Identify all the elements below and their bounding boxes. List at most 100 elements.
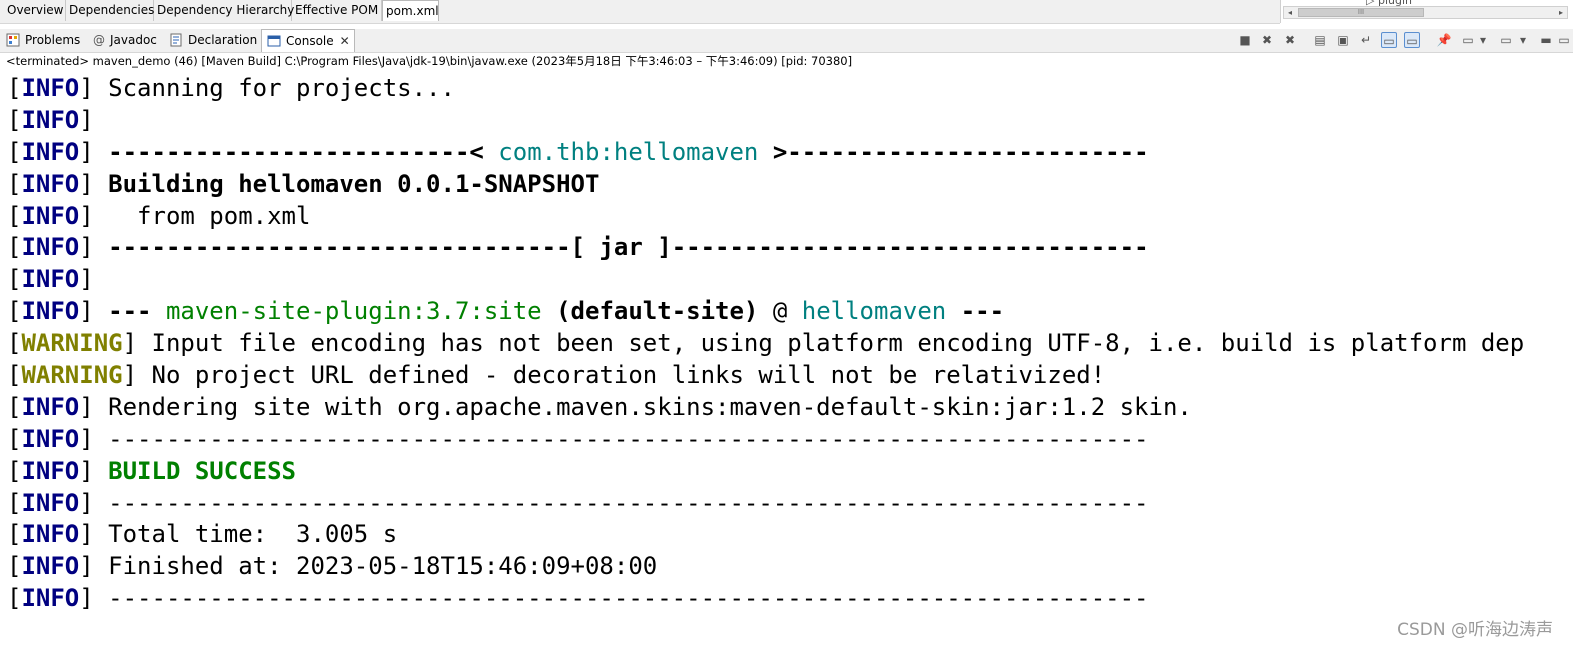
tab-overview[interactable]: Overview [4,0,66,21]
console-line: [INFO] BUILD SUCCESS [7,456,1573,488]
problems-icon [6,33,20,46]
log-message: from pom.xml [108,201,311,230]
log-bracket: ] [79,265,109,294]
close-icon[interactable]: ✕ [340,30,350,53]
console-line: [WARNING] Input file encoding has not be… [7,328,1573,360]
tab-javadoc-label: Javadoc [110,33,157,47]
pin-console-icon[interactable]: 📌 [1436,32,1452,48]
log-level-info: INFO [21,169,80,198]
show-on-stdout-icon[interactable]: ▭ [1381,32,1397,48]
log-level-info: INFO [21,105,80,134]
tab-dependencies[interactable]: Dependencies [66,0,154,21]
log-bracket: [ [7,297,22,326]
log-level-info: INFO [21,265,80,294]
declaration-icon [170,33,182,46]
separator: --- [946,297,1005,326]
log-bracket: [ [7,520,22,549]
log-bracket: ] [79,456,109,485]
log-bracket: [ [7,233,22,262]
chevron-down-icon[interactable]: ▾ [1518,32,1528,48]
console-line: [INFO] --------------------------------[… [7,232,1573,264]
log-bracket: [ [7,105,22,134]
chevron-down-icon[interactable]: ▾ [1478,32,1488,48]
log-level-warning: WARNING [21,329,123,358]
tab-console[interactable]: Console ✕ [261,29,355,52]
log-bracket: ] [79,74,109,102]
log-bracket: ] [79,392,109,421]
log-message: Total time: 3.005 s [108,520,398,549]
console-line: [INFO] Building hellomaven 0.0.1-SNAPSHO… [7,169,1573,201]
log-message: No project URL defined - decoration link… [151,361,1106,390]
console-line: [INFO] ---------------------------------… [7,488,1573,520]
minimize-icon[interactable]: ▬ [1538,32,1554,48]
artifact-id: com.thb:hellomaven [498,137,759,166]
display-console-icon[interactable]: ▭ [1460,32,1476,48]
show-on-stderr-icon[interactable]: ▭ [1404,32,1420,48]
console-line: [INFO] Total time: 3.005 s [7,519,1573,551]
javadoc-icon: @ [93,32,105,47]
log-bracket: ] [79,233,109,262]
log-level-info: INFO [21,488,80,517]
log-bracket: [ [7,584,22,613]
tab-console-label: Console [286,34,334,48]
open-console-icon[interactable]: ▭ [1498,32,1514,48]
remove-launch-icon[interactable]: ✖ [1259,32,1275,48]
log-level-info: INFO [21,424,80,453]
separator: -------------------------------- [108,233,571,262]
log-bracket: ] [79,169,109,198]
packaging-label: [ jar ] [570,233,672,262]
scroll-right-icon[interactable]: ▸ [1555,7,1567,18]
log-bracket: ] [79,584,109,613]
log-bracket: ] [122,361,152,390]
build-status: BUILD SUCCESS [108,456,296,485]
console-output[interactable]: [INFO] Scanning for projects... [INFO] [I… [7,73,1573,619]
log-bracket: ] [79,520,109,549]
log-bracket: [ [7,552,22,581]
console-line: [INFO] ---------------------------------… [7,583,1573,615]
log-message: Input file encoding has not been set, us… [151,329,1525,358]
tab-effective-pom[interactable]: Effective POM [292,0,382,21]
log-bracket: ] [79,424,109,453]
scrollbar-thumb[interactable]: III [1298,8,1424,17]
tab-declaration[interactable]: Declaration [169,29,257,52]
tab-problems-label: Problems [25,33,81,47]
separator: --------------------------------- [671,233,1149,262]
terminate-icon[interactable]: ■ [1237,32,1253,48]
log-level-info: INFO [21,552,80,581]
separator: --- [108,297,166,326]
log-bracket: ] [122,329,152,358]
horizontal-scrollbar[interactable]: ◂ III ▸ [1283,6,1568,19]
tab-problems[interactable]: Problems [6,29,80,52]
log-level-info: INFO [21,233,80,262]
scroll-lock-icon[interactable]: ▣ [1335,32,1351,48]
at-sign: @ [758,297,802,326]
console-line: [WARNING] No project URL defined - decor… [7,360,1573,392]
log-bracket: [ [7,137,22,166]
plugin-goal: maven-site-plugin:3.7:site [165,297,542,326]
log-message: Finished at: 2023-05-18T15:46:09+08:00 [108,552,658,581]
console-status-line: <terminated> maven_demo (46) [Maven Buil… [6,54,853,68]
maximize-icon[interactable]: ▭ [1556,32,1572,48]
log-level-info: INFO [21,297,80,326]
console-line: [INFO] Rendering site with org.apache.ma… [7,392,1573,424]
separator: -------------------------< [108,137,499,166]
tab-pom-xml[interactable]: pom.xml [382,0,439,21]
log-level-info: INFO [21,392,80,421]
console-line: [INFO] Scanning for projects... [7,73,1573,105]
clear-console-icon[interactable]: ▤ [1312,32,1328,48]
log-bracket: [ [7,456,22,485]
remove-all-terminated-icon[interactable]: ✖ [1282,32,1298,48]
tab-dependency-hierarchy[interactable]: Dependency Hierarchy [154,0,294,21]
tab-javadoc[interactable]: @ Javadoc [93,29,157,52]
log-bracket: ] [79,105,109,134]
word-wrap-icon[interactable]: ↵ [1358,32,1374,48]
log-bracket: [ [7,392,22,421]
editor-tab-bar: Overview Dependencies Dependency Hierarc… [0,0,1280,24]
log-bracket: [ [7,488,22,517]
log-bracket: [ [7,169,22,198]
log-level-info: INFO [21,584,80,613]
console-icon [267,35,281,46]
scroll-left-icon[interactable]: ◂ [1284,7,1296,18]
console-line: [INFO] [7,264,1573,296]
